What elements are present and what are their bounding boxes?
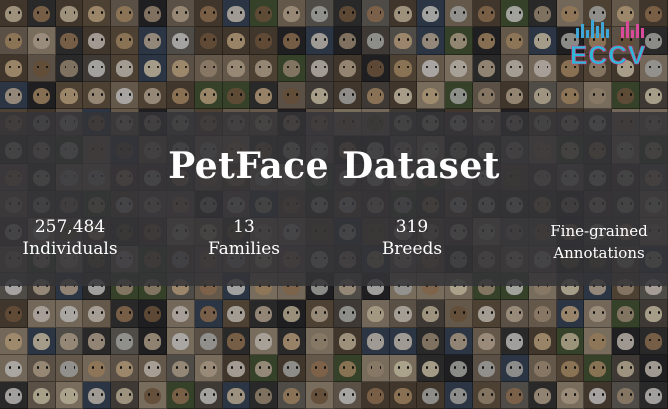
stat-value: 257,484 bbox=[34, 217, 106, 237]
stat-label: Breeds bbox=[381, 239, 443, 259]
petface-slide: ECCV PetFace Dataset 257,484 Individuals… bbox=[0, 0, 668, 409]
logo-text: ECCV bbox=[570, 40, 646, 70]
stat-label: Families bbox=[208, 239, 280, 259]
stat-value: 13 bbox=[233, 217, 255, 237]
stat-value: 319 bbox=[395, 217, 429, 237]
page-title: PetFace Dataset bbox=[168, 145, 500, 187]
stat-families: 13 Families bbox=[198, 216, 290, 260]
stat-individuals: 257,484 Individuals bbox=[12, 216, 128, 260]
stat-value: Fine-grained bbox=[550, 222, 648, 240]
eccv-logo: ECCV bbox=[570, 20, 646, 70]
stat-breeds: 319 Breeds bbox=[364, 216, 460, 260]
stat-annotations: Fine-grained Annotations bbox=[540, 220, 658, 264]
stat-label: Annotations bbox=[553, 244, 645, 262]
stat-label: Individuals bbox=[22, 239, 118, 259]
